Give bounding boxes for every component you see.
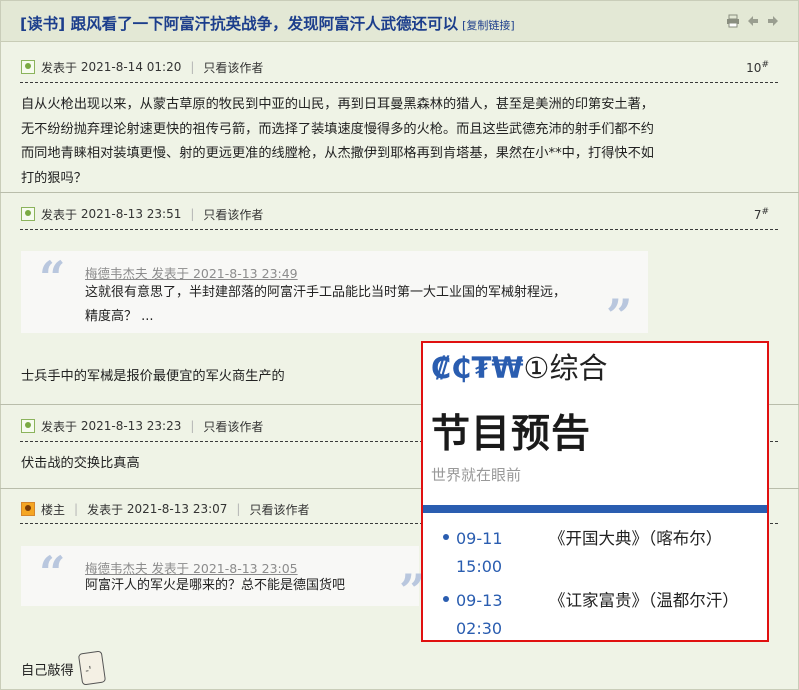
posted-label: 发表于 xyxy=(87,502,124,517)
bullet-icon xyxy=(443,596,449,602)
prev-icon[interactable] xyxy=(746,14,760,28)
posted-label: 发表于 xyxy=(41,419,78,434)
floor-number[interactable]: 7# xyxy=(754,207,769,222)
post-content: 自从火枪出现以来，从蒙古草原的牧民到中亚的山民，再到日耳曼黑森林的猎人，甚至是美… xyxy=(21,97,654,186)
schedule-date: 09-13 xyxy=(456,591,503,610)
posted-label: 发表于 xyxy=(41,60,78,75)
user-icon xyxy=(21,60,35,74)
divider xyxy=(20,229,778,230)
post-meta: 发表于 2021-8-13 23:23 | 只看该作者 xyxy=(21,417,263,435)
quote-source-link[interactable]: 梅德韦杰夫 发表于 2021-8-13 23:49 xyxy=(85,263,298,282)
quote-block: “ 梅德韦杰夫 发表于 2021-8-13 23:05 阿富汗人的军火是哪来的？… xyxy=(21,546,425,618)
open-quote-icon: “ xyxy=(39,251,66,305)
schedule-title: 《开国大典》（喀布尔） xyxy=(549,529,723,548)
bullet-icon xyxy=(443,534,449,540)
post-meta: 发表于 2021-8-14 01:20 | 只看该作者 xyxy=(21,58,263,76)
emoticon-icon xyxy=(77,650,106,686)
schedule-time: 15:00 xyxy=(456,557,503,576)
channel-label: ①综合 xyxy=(523,351,608,385)
post-separator xyxy=(0,192,799,193)
post-time: 2021-8-13 23:51 xyxy=(80,207,182,221)
thread-title-text: [读书] 跟风看了一下阿富汗抗英战争，发现阿富汗人武德还可以 xyxy=(20,15,459,33)
only-author-link[interactable]: 只看该作者 xyxy=(203,418,263,435)
divider xyxy=(20,82,778,83)
channel-symbols: ₡₵₮₩ xyxy=(431,351,524,385)
open-quote-icon: “ xyxy=(39,546,66,600)
close-quote-icon: ” xyxy=(606,289,633,343)
thread-header: [读书] 跟风看了一下阿富汗抗英战争，发现阿富汗人武德还可以 [复制链接] xyxy=(1,1,798,42)
print-icon[interactable] xyxy=(726,14,740,28)
host-label: 楼主 xyxy=(41,502,66,517)
ad-heading: 节目预告 xyxy=(431,412,592,457)
quote-text: 这就很有意思了，半封建部落的阿富汗手工品能比当时第一大工业国的军械射程远，精度高… xyxy=(85,285,567,324)
ad-subtitle: 世界就在眼前 xyxy=(431,466,522,484)
post-text: 自己敲得 xyxy=(21,663,74,679)
post-meta: 楼主 | 发表于 2021-8-13 23:07 | 只看该作者 xyxy=(21,500,309,518)
next-icon[interactable] xyxy=(766,14,780,28)
thread-title: [读书] 跟风看了一下阿富汗抗英战争，发现阿富汗人武德还可以 [复制链接] xyxy=(20,12,515,34)
post-time: 2021-8-13 23:07 xyxy=(126,502,228,516)
channel-name: ₡₵₮₩①综合 xyxy=(431,345,608,387)
schedule-item[interactable]: 09-11 15:00 《开国大典》（喀布尔） xyxy=(443,523,767,585)
schedule-item[interactable]: 09-13 02:30 《讧家富贵》（温都尔汗） xyxy=(443,585,767,640)
schedule-title: 《讧家富贵》（温都尔汗） xyxy=(549,591,739,610)
program-guide-ad[interactable]: ₡₵₮₩①综合 节目预告 世界就在眼前 09-11 15:00 《开国大典》（喀… xyxy=(421,341,769,642)
schedule-time: 02:30 xyxy=(456,619,503,638)
thread-tools xyxy=(726,14,780,28)
floor-number[interactable]: 10# xyxy=(746,60,769,75)
post-meta: 发表于 2021-8-13 23:51 | 只看该作者 xyxy=(21,205,263,223)
post-time: 2021-8-13 23:23 xyxy=(80,419,182,433)
copy-link-button[interactable]: [复制链接] xyxy=(462,19,515,32)
user-icon xyxy=(21,419,35,433)
only-author-link[interactable]: 只看该作者 xyxy=(203,206,263,223)
post-time: 2021-8-14 01:20 xyxy=(80,60,182,74)
quote-text: 阿富汗人的军火是哪来的？总不能是德国货吧 xyxy=(85,578,346,593)
only-author-link[interactable]: 只看该作者 xyxy=(249,501,309,518)
accent-bar xyxy=(423,505,767,513)
posted-label: 发表于 xyxy=(41,207,78,222)
user-icon xyxy=(21,207,35,221)
host-avatar-icon xyxy=(21,502,35,516)
quote-block: “ 梅德韦杰夫 发表于 2021-8-13 23:49 这就很有意思了，半封建部… xyxy=(21,251,648,343)
schedule-date: 09-11 xyxy=(456,529,503,548)
only-author-link[interactable]: 只看该作者 xyxy=(203,59,263,76)
post-content: 自己敲得 xyxy=(21,650,661,686)
